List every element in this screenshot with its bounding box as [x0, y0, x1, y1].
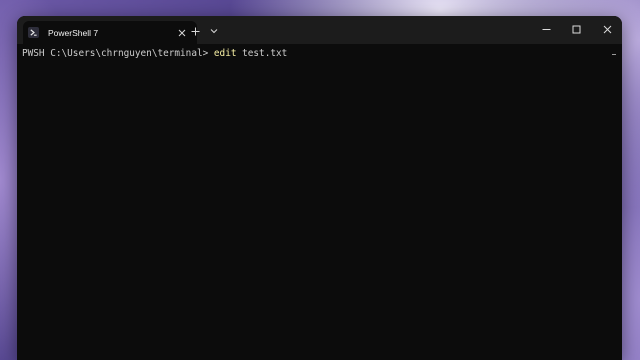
terminal-content[interactable]: PWSH C:\Users\chrnguyen\terminal> edit t…: [17, 44, 622, 360]
command-text: edit: [213, 48, 237, 59]
close-icon[interactable]: [175, 26, 189, 40]
window-close-icon[interactable]: [597, 21, 617, 37]
maximize-icon[interactable]: [566, 21, 586, 37]
command-arguments: test.txt: [236, 48, 288, 59]
powershell-icon: [28, 27, 39, 38]
chevron-down-icon[interactable]: [207, 24, 221, 38]
tab-title: PowerShell 7: [48, 27, 99, 38]
plus-icon[interactable]: [188, 24, 202, 38]
prompt-text: PWSH C:\Users\chrnguyen\terminal>: [22, 48, 214, 59]
terminal-window: PowerShell 7 PWSH C:\Users\chrnguyen\ter…: [17, 16, 622, 360]
tab-powershell[interactable]: PowerShell 7: [23, 21, 197, 44]
minimize-icon[interactable]: [536, 21, 556, 37]
scrollbar-marker[interactable]: [612, 54, 616, 55]
prompt-line: PWSH C:\Users\chrnguyen\terminal> edit t…: [22, 48, 287, 59]
title-bar: PowerShell 7: [17, 16, 622, 44]
